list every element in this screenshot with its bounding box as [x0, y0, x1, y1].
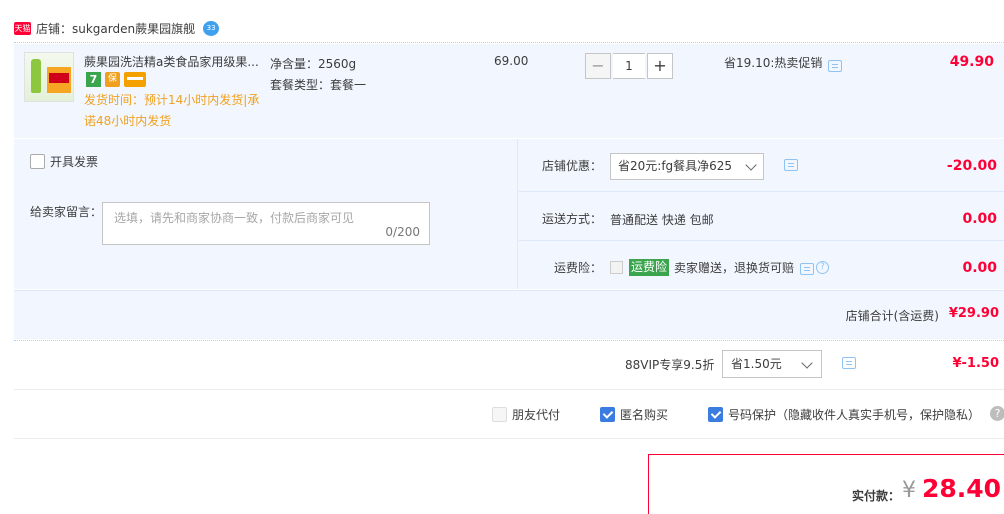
invoice-checkbox[interactable] [30, 154, 45, 169]
invoice-label: 开具发票 [50, 155, 99, 169]
freight-insurance-amount: 0.00 [962, 260, 997, 276]
message-icon[interactable] [828, 59, 843, 72]
memo-label: 给卖家留言： [30, 205, 103, 219]
vip-discount-row: 88VIP专享9.5折 省1.50元 ¥-1.50 [14, 341, 1004, 389]
freight-insurance-label: 运费险： [553, 261, 602, 275]
anonymous-label: 匿名购买 [620, 408, 669, 422]
number-protect-label: 号码保护（隐藏收件人真实手机号，保护隐私） [728, 408, 981, 422]
memo-placeholder: 选填，请先和商家协商一致，付款后商家可见 [114, 211, 355, 225]
seller-memo-input[interactable]: 选填，请先和商家协商一致，付款后商家可见 0/200 [102, 202, 430, 245]
guarantee-icon: 保 [105, 72, 120, 87]
checkout-options-row: 朋友代付 匿名购买 号码保护（隐藏收件人真实手机号，保护隐私） ? [14, 390, 1004, 438]
freight-insurance-text: 卖家赠送，退换货可赔 [674, 261, 795, 275]
shipping-time-note: 发货时间：预计14小时内发货|承诺48小时内发货 [84, 93, 260, 128]
chevron-down-icon [801, 357, 813, 369]
credit-card-icon [124, 72, 146, 87]
store-discount-select[interactable]: 省20元:fg餐具净625 [610, 153, 764, 180]
left-column: 开具发票 给卖家留言： 选填，请先和商家协商一致，付款后商家可见 0/200 [14, 139, 518, 289]
shop-header: 天猫 店铺：sukgarden蕨果园旗舰 33 [14, 18, 220, 38]
shop-chat-icon[interactable]: 33 [203, 20, 220, 36]
divider [14, 42, 1004, 43]
memo-char-count: 0/200 [385, 225, 420, 239]
number-protect-option[interactable]: 号码保护（隐藏收件人真实手机号，保护隐私） [708, 406, 980, 423]
message-icon[interactable] [784, 159, 798, 171]
freight-insurance-badge: 运费险 [629, 259, 670, 276]
quantity-input[interactable]: 1 [613, 53, 645, 79]
subtotal-label: 店铺合计(含运费) [845, 309, 939, 323]
help-icon[interactable]: ? [816, 261, 830, 274]
net-content: 净含量：2560g [270, 57, 357, 71]
shipping-amount: 0.00 [962, 211, 997, 227]
currency-symbol: ¥ [902, 478, 916, 503]
chevron-down-icon [745, 159, 757, 171]
store-discount-row: 店铺优惠： 省20元:fg餐具净625 -20.00 [519, 139, 1004, 192]
subtotal-amount: ¥29.90 [948, 306, 999, 321]
invoice-option[interactable]: 开具发票 [30, 153, 98, 170]
product-attributes: 净含量：2560g 套餐类型：套餐一 [270, 54, 366, 96]
friend-pay-label: 朋友代付 [512, 408, 561, 422]
freight-insurance-option: 运费险 卖家赠送，退换货可赔 ? [610, 259, 830, 276]
shipping-label: 运送方式： [541, 212, 602, 226]
help-icon[interactable]: ? [990, 406, 1004, 421]
anonymous-checkbox[interactable] [600, 407, 615, 422]
package-type: 套餐类型：套餐一 [270, 78, 367, 92]
freight-insurance-row: 运费险： 运费险 卖家赠送，退换货可赔 ? 0.00 [519, 241, 1004, 289]
friend-pay-option[interactable]: 朋友代付 [492, 406, 560, 423]
seven-day-return-icon: 7 [86, 72, 101, 87]
number-protect-checkbox[interactable] [708, 407, 723, 422]
promotion: 省19.10:热卖促销 [724, 54, 843, 72]
payment-amount: 28.40 [922, 474, 1002, 503]
promotion-text: 省19.10:热卖促销 [724, 56, 823, 70]
tmall-badge-icon: 天猫 [14, 21, 31, 35]
shipping-method: 普通配送 快递 包邮 [610, 213, 714, 227]
message-icon[interactable] [842, 357, 856, 369]
quantity-plus-button[interactable]: + [647, 53, 673, 79]
order-item-row: 蕨果园洗洁精a类食品家用级果... 7 保 发货时间：预计14小时内发货|承诺4… [14, 44, 1004, 138]
order-options-panel: 开具发票 给卖家留言： 选填，请先和商家协商一致，付款后商家可见 0/200 店… [14, 139, 1004, 289]
friend-pay-checkbox[interactable] [492, 407, 507, 422]
vip-discount-select[interactable]: 省1.50元 [722, 350, 822, 378]
payment-summary: 实付款： ¥ 28.40 [648, 454, 1004, 514]
store-discount-selected: 省20元:fg餐具净625 [618, 159, 733, 173]
item-total: 49.90 [949, 54, 994, 70]
quantity-minus-button[interactable]: − [585, 53, 611, 79]
product-title[interactable]: 蕨果园洗洁精a类食品家用级果... [84, 53, 264, 70]
quantity-stepper: − 1 + [585, 53, 673, 79]
unit-price: 69.00 [494, 54, 529, 68]
right-column: 店铺优惠： 省20元:fg餐具净625 -20.00 运送方式： 普通配送 快递… [519, 139, 1004, 289]
divider [14, 438, 1004, 439]
store-discount-amount: -20.00 [946, 158, 997, 174]
payment-label: 实付款： [852, 489, 901, 503]
shipping-row: 运送方式： 普通配送 快递 包邮 0.00 [519, 192, 1004, 241]
anonymous-option[interactable]: 匿名购买 [600, 406, 668, 423]
store-discount-label: 店铺优惠： [541, 159, 602, 173]
product-thumbnail[interactable] [24, 52, 74, 102]
shop-name[interactable]: 店铺：sukgarden蕨果园旗舰 [36, 20, 195, 37]
vip-label: 88VIP专享9.5折 [625, 358, 715, 372]
message-icon[interactable] [800, 262, 815, 275]
vip-selected: 省1.50元 [731, 357, 782, 371]
vip-discount-amount: ¥-1.50 [952, 356, 999, 371]
shop-subtotal-row: 店铺合计(含运费) ¥29.90 [14, 290, 1004, 339]
freight-insurance-checkbox [610, 261, 623, 274]
service-icons: 7 保 [86, 72, 146, 87]
